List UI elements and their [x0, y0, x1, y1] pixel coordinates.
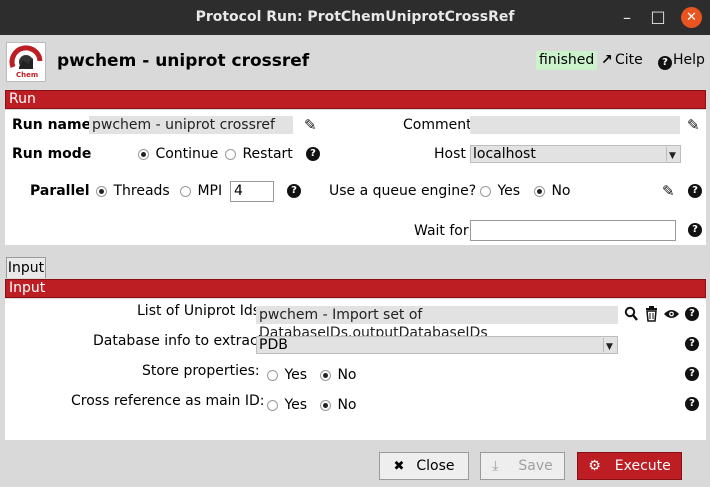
save-button-label: Save: [518, 458, 553, 474]
comment-field[interactable]: [470, 116, 680, 134]
window-titlebar[interactable]: Protocol Run: ProtChemUniprotCrossRef – …: [0, 0, 710, 35]
tab-input[interactable]: Input: [6, 257, 46, 278]
mpi-input[interactable]: 4: [230, 181, 274, 202]
comment-label: Comment: [403, 117, 472, 133]
mpi-label: MPI: [197, 183, 223, 199]
close-x-icon: ✖: [393, 459, 405, 474]
uniprot-ids-label: List of Uniprot Ids:: [137, 303, 265, 319]
radio-selected-icon: [320, 399, 331, 411]
run-mode-continue-label: Continue: [155, 146, 219, 162]
window-close-icon[interactable]: ✕: [681, 7, 702, 28]
edit-comment-icon[interactable]: ✎: [687, 117, 700, 133]
minimize-icon[interactable]: –: [617, 8, 637, 28]
maximize-icon[interactable]: □: [648, 7, 668, 27]
cite-label: Cite: [615, 52, 643, 68]
queue-help-icon[interactable]: ?: [688, 184, 702, 198]
run-mode-restart[interactable]: Restart: [225, 146, 293, 162]
radio-selected-icon: [320, 369, 331, 381]
queue-no[interactable]: No: [534, 183, 571, 199]
chevron-down-icon: ▼: [603, 338, 615, 352]
save-icon: ⤓: [492, 458, 499, 474]
radio-unselected-icon: [180, 185, 191, 197]
radio-selected-icon: [138, 148, 149, 160]
wait-for-input[interactable]: [470, 220, 676, 241]
store-no[interactable]: No: [320, 367, 357, 383]
wait-for-help-icon[interactable]: ?: [688, 223, 702, 237]
radio-unselected-icon: [225, 148, 236, 160]
help-link[interactable]: ? Help: [658, 51, 705, 70]
status-badge: finished: [536, 51, 598, 70]
logo-text: Chem: [16, 71, 39, 79]
queue-yes[interactable]: Yes: [480, 183, 520, 199]
uniprot-ids-field[interactable]: pwchem - Import set of DatabaseIDs.outpu…: [256, 306, 618, 341]
store-help-icon[interactable]: ?: [685, 367, 699, 381]
crossref-yes-label: Yes: [284, 397, 308, 413]
external-link-icon: ↗: [601, 52, 613, 68]
store-no-label: No: [337, 367, 357, 383]
execute-button[interactable]: ⚙ Execute: [577, 452, 682, 480]
host-value: localhost: [473, 146, 536, 162]
chevron-down-icon: ▼: [666, 147, 678, 161]
run-name-label: Run name: [12, 117, 92, 133]
radio-unselected-icon: [267, 399, 278, 411]
save-button[interactable]: ⤓ Save: [480, 452, 565, 480]
edit-run-name-icon[interactable]: ✎: [304, 117, 317, 133]
radio-selected-icon: [534, 185, 545, 197]
close-button[interactable]: ✖ Close: [379, 452, 469, 480]
help-label: Help: [673, 52, 705, 68]
radio-unselected-icon: [480, 185, 491, 197]
cite-link[interactable]: ↗ Cite: [601, 51, 643, 70]
window-title: Protocol Run: ProtChemUniprotCrossRef: [195, 9, 515, 25]
host-label: Host: [434, 146, 466, 162]
gear-icon: ⚙: [588, 458, 601, 474]
radio-unselected-icon: [267, 369, 278, 381]
dbinfo-label: Database info to extract:: [93, 333, 268, 349]
run-mode-help-icon[interactable]: ?: [306, 147, 320, 161]
queue-yes-label: Yes: [497, 183, 521, 199]
protocol-title: pwchem - uniprot crossref: [57, 51, 310, 71]
threads-label: Threads: [113, 183, 170, 199]
run-name-field[interactable]: pwchem - uniprot crossref: [89, 116, 293, 134]
crossref-no-label: No: [337, 397, 357, 413]
store-yes-label: Yes: [284, 367, 308, 383]
edit-queue-icon[interactable]: ✎: [662, 183, 675, 199]
trash-icon[interactable]: [645, 306, 658, 322]
search-icon[interactable]: [624, 306, 638, 322]
crossref-no[interactable]: No: [320, 397, 357, 413]
queue-label: Use a queue engine?: [329, 183, 477, 199]
wait-for-label: Wait for: [414, 223, 469, 239]
dbinfo-select[interactable]: PDB ▼: [256, 336, 618, 354]
crossref-yes[interactable]: Yes: [267, 397, 307, 413]
host-select[interactable]: localhost ▼: [470, 145, 681, 163]
dbinfo-value: PDB: [259, 337, 288, 353]
parallel-help-icon[interactable]: ?: [287, 184, 301, 198]
close-button-label: Close: [416, 458, 455, 474]
run-mode-restart-label: Restart: [242, 146, 293, 162]
help-icon: ?: [658, 56, 672, 70]
crossref-label: Cross reference as main ID:: [71, 393, 265, 409]
parallel-mpi[interactable]: MPI: [180, 183, 222, 199]
uniprot-help-icon[interactable]: ?: [685, 307, 699, 321]
queue-no-label: No: [551, 183, 571, 199]
store-properties-label: Store properties:: [142, 363, 260, 379]
run-mode-label: Run mode: [12, 146, 92, 162]
chem-logo: Chem: [6, 42, 46, 82]
radio-selected-icon: [96, 185, 107, 197]
store-yes[interactable]: Yes: [267, 367, 307, 383]
parallel-label: Parallel: [30, 183, 90, 199]
eye-icon[interactable]: [663, 308, 680, 320]
run-section-header: Run: [5, 90, 706, 109]
execute-button-label: Execute: [614, 458, 671, 474]
run-mode-continue[interactable]: Continue: [138, 146, 218, 162]
crossref-help-icon[interactable]: ?: [685, 397, 699, 411]
parallel-threads[interactable]: Threads: [96, 183, 170, 199]
dbinfo-help-icon[interactable]: ?: [685, 337, 699, 351]
input-section-header: Input: [5, 279, 706, 298]
